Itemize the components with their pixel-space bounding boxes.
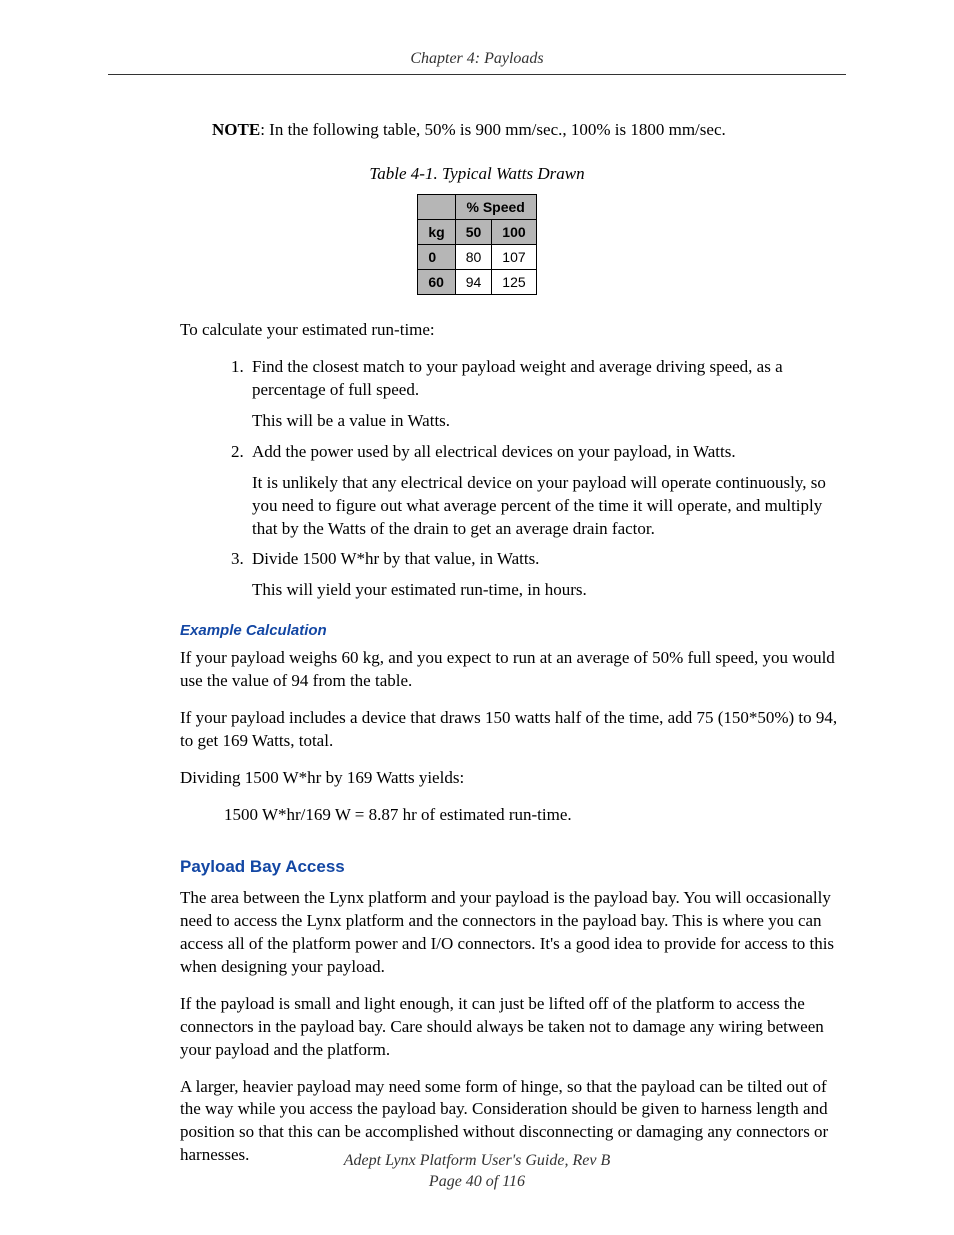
- table-row: 0 80 107: [418, 244, 536, 269]
- table-cell: 80: [455, 244, 492, 269]
- example-calc: 1500 W*hr/169 W = 8.87 hr of estimated r…: [108, 804, 846, 827]
- list-item: Find the closest match to your payload w…: [248, 356, 846, 433]
- page: Chapter 4: Payloads NOTE: In the followi…: [0, 0, 954, 1235]
- table-header-kg: kg: [418, 219, 455, 244]
- example-para: Dividing 1500 W*hr by 169 Watts yields:: [108, 767, 846, 790]
- runtime-intro: To calculate your estimated run-time:: [108, 319, 846, 342]
- step-sub: It is unlikely that any electrical devic…: [252, 472, 846, 541]
- step-sub: This will yield your estimated run-time,…: [252, 579, 846, 602]
- watts-table: % Speed kg 50 100 0 80 107 60 94 125: [417, 194, 536, 295]
- table-header-100: 100: [492, 219, 536, 244]
- note-label: NOTE: [212, 120, 260, 139]
- table-row-kg: 0: [418, 244, 455, 269]
- step-sub: This will be a value in Watts.: [252, 410, 846, 433]
- table-header-row-2: kg 50 100: [418, 219, 536, 244]
- header-rule: [108, 74, 846, 75]
- list-item: Add the power used by all electrical dev…: [248, 441, 846, 541]
- step-main: Find the closest match to your payload w…: [252, 357, 783, 399]
- note-text: : In the following table, 50% is 900 mm/…: [260, 120, 726, 139]
- table-caption: Table 4-1. Typical Watts Drawn: [108, 164, 846, 184]
- table-header-row-1: % Speed: [418, 194, 536, 219]
- section-heading: Payload Bay Access: [180, 857, 846, 877]
- table-row: 60 94 125: [418, 269, 536, 294]
- section-block: The area between the Lynx platform and y…: [108, 887, 846, 1167]
- table-cell: 107: [492, 244, 536, 269]
- step-main: Divide 1500 W*hr by that value, in Watts…: [252, 549, 539, 568]
- list-item: Divide 1500 W*hr by that value, in Watts…: [248, 548, 846, 602]
- table-cell: 125: [492, 269, 536, 294]
- footer-page: Page 40 of 116: [0, 1172, 954, 1193]
- steps-list: Find the closest match to your payload w…: [108, 356, 846, 602]
- running-header: Chapter 4: Payloads: [108, 50, 846, 74]
- table-header-50: 50: [455, 219, 492, 244]
- step-main: Add the power used by all electrical dev…: [252, 442, 736, 461]
- example-heading: Example Calculation: [180, 622, 846, 639]
- page-footer: Adept Lynx Platform User's Guide, Rev B …: [0, 1151, 954, 1193]
- footer-title: Adept Lynx Platform User's Guide, Rev B: [0, 1151, 954, 1172]
- example-para: If your payload weighs 60 kg, and you ex…: [108, 647, 846, 693]
- example-para: If your payload includes a device that d…: [108, 707, 846, 753]
- section-para: The area between the Lynx platform and y…: [108, 887, 846, 979]
- table-row-kg: 60: [418, 269, 455, 294]
- note-paragraph: NOTE: In the following table, 50% is 900…: [108, 119, 846, 142]
- table-header-speed: % Speed: [455, 194, 536, 219]
- section-para: If the payload is small and light enough…: [108, 993, 846, 1062]
- example-block: If your payload weighs 60 kg, and you ex…: [108, 647, 846, 827]
- table-corner-cell: [418, 194, 455, 219]
- table-cell: 94: [455, 269, 492, 294]
